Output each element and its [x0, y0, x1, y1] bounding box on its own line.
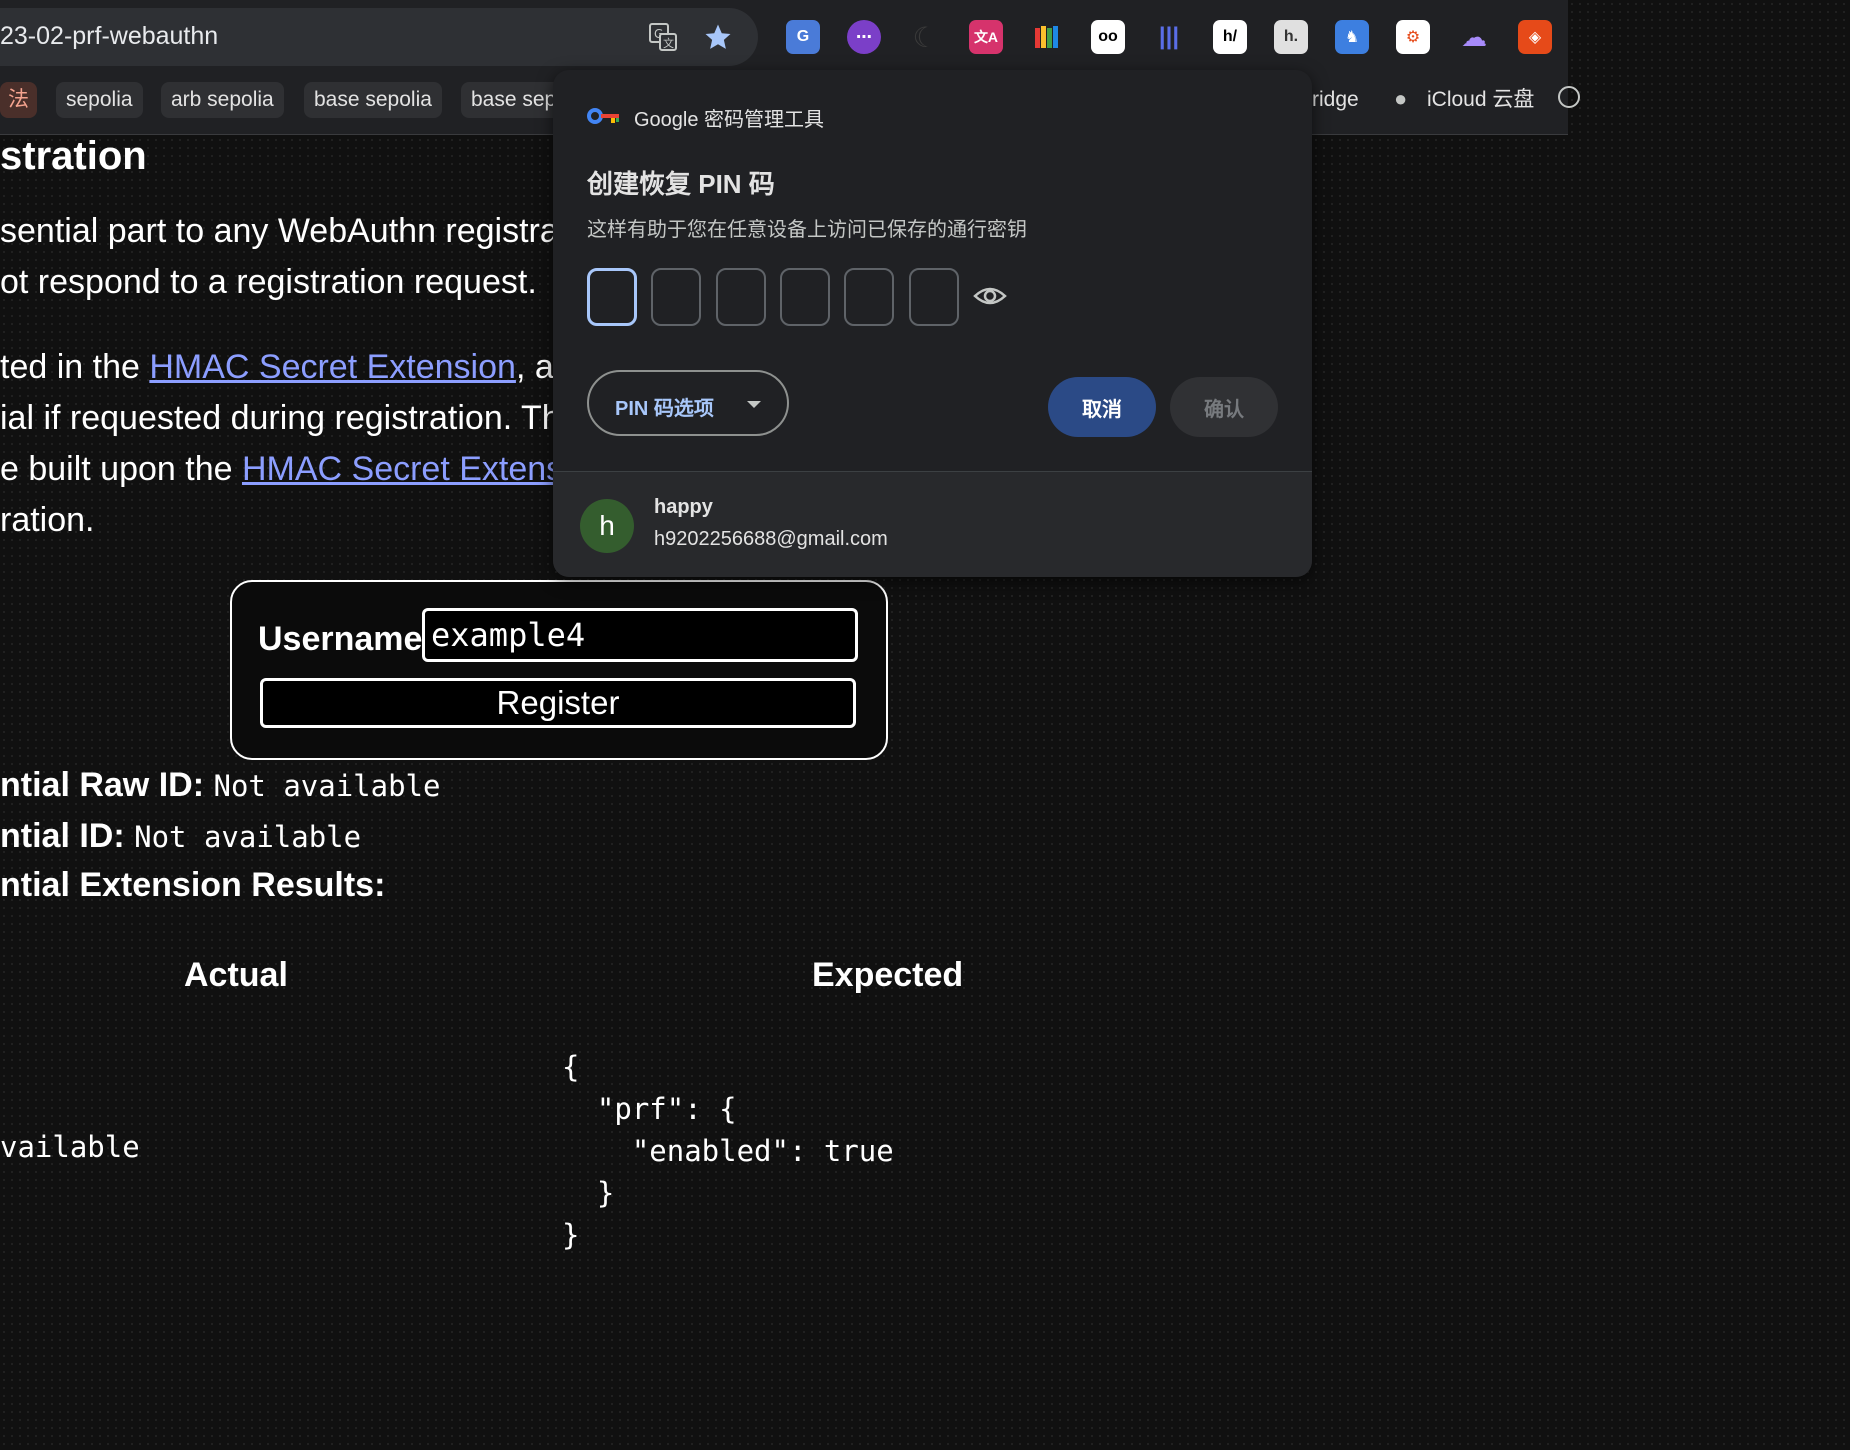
id-row: ntial ID: Not available	[0, 817, 361, 856]
translate-icon[interactable]: G文	[646, 20, 680, 54]
dialog-source-title: Google 密码管理工具	[634, 109, 825, 131]
p2-text-pre: ted in the	[0, 348, 150, 386]
google-translate-ext-icon[interactable]: G	[786, 20, 820, 54]
account-row: h happy h9202256688@gmail.com	[553, 472, 1312, 577]
cube-ext-icon[interactable]: ◈	[1518, 20, 1552, 54]
username-label: Username:	[258, 620, 434, 658]
pin-options-label: PIN 码选项	[615, 398, 714, 420]
username-value: example4	[431, 616, 586, 654]
dark-mode-moon-icon[interactable]: ☾	[908, 20, 942, 54]
hmac-secret-extension-link-2[interactable]: HMAC Secret Extens	[242, 450, 563, 488]
bookmark-star-icon[interactable]	[701, 20, 735, 54]
barcode-ext-icon[interactable]: |||	[1152, 20, 1186, 54]
paragraph-1-line-2: ot respond to a registration request.	[0, 263, 537, 301]
expected-column-header: Expected	[812, 956, 964, 994]
avatar: h	[580, 499, 634, 553]
apple-icon: ●	[1394, 86, 1408, 111]
p2-line3-pre: e built upon the	[0, 450, 242, 488]
pin-digit-4[interactable]	[780, 268, 830, 326]
hmac-secret-extension-link[interactable]: HMAC Secret Extension	[149, 348, 516, 386]
pin-digit-1[interactable]	[587, 268, 637, 326]
pencils-ext-icon[interactable]	[1030, 20, 1064, 54]
bookmark-arb-sepolia[interactable]: arb sepolia	[161, 82, 284, 118]
account-email: h9202256688@gmail.com	[654, 528, 888, 550]
bookmark-base-sep[interactable]: base sep	[461, 82, 567, 118]
id-label: ntial ID:	[0, 817, 125, 855]
raw-id-value: Not available	[213, 769, 441, 803]
dialog-heading: 创建恢复 PIN 码	[587, 169, 775, 199]
svg-text:文: 文	[663, 36, 674, 50]
address-bar[interactable]: 23-02-prf-webauthn G文	[0, 8, 758, 66]
pin-options-dropdown[interactable]: PIN 码选项	[587, 370, 789, 436]
register-button[interactable]: Register	[260, 678, 856, 728]
show-pin-eye-icon[interactable]	[973, 282, 1007, 315]
pin-digit-5[interactable]	[844, 268, 894, 326]
section-heading: stration	[0, 134, 147, 178]
paragraph-1-line-1: sential part to any WebAuthn registrat	[0, 212, 569, 250]
dropdown-caret-icon	[747, 401, 761, 408]
ghost-ext-icon[interactable]: ☁	[1457, 20, 1491, 54]
pin-digit-2[interactable]	[651, 268, 701, 326]
bookmark-icloud[interactable]: iCloud 云盘	[1427, 82, 1534, 118]
paragraph-2-line-2: ial if requested during registration. Th	[0, 399, 561, 437]
h-slash-ext-icon[interactable]: h/	[1213, 20, 1247, 54]
purple-ext-icon[interactable]: ⋯	[847, 20, 881, 54]
key-icon	[587, 106, 621, 131]
raw-id-row: ntial Raw ID: Not available	[0, 766, 440, 805]
bird-ext-icon[interactable]: ♞	[1335, 20, 1369, 54]
bookmark-sepolia[interactable]: sepolia	[56, 82, 143, 118]
url-text[interactable]: 23-02-prf-webauthn	[0, 22, 218, 51]
paragraph-2-line-1: ted in the HMAC Secret Extension, ar	[0, 348, 565, 387]
more-bookmarks-icon[interactable]	[1558, 86, 1580, 108]
browser-toolbar: 23-02-prf-webauthn G文 G ⋯ ☾ 文A oo ||| h/…	[0, 0, 1568, 72]
cancel-button[interactable]: 取消	[1048, 377, 1156, 437]
account-name: happy	[654, 496, 713, 518]
glasses-ext-icon[interactable]: oo	[1091, 20, 1125, 54]
pin-digit-3[interactable]	[716, 268, 766, 326]
paragraph-2-line-4: ration.	[0, 501, 95, 539]
translate-ca-ext-icon[interactable]: 文A	[969, 20, 1003, 54]
confirm-button[interactable]: 确认	[1170, 377, 1278, 437]
username-input[interactable]: example4	[422, 608, 858, 662]
extension-results-label: ntial Extension Results:	[0, 866, 386, 904]
expected-json: { "prf": { "enabled": true } }	[562, 1050, 894, 1252]
dialog-subtitle: 这样有助于您在任意设备上访问已保存的通行密钥	[587, 219, 1027, 241]
paragraph-2-line-3: e built upon the HMAC Secret Extens	[0, 450, 563, 489]
registration-form: Username: example4 Register	[230, 580, 888, 760]
pin-digit-6[interactable]	[909, 268, 959, 326]
actual-column-header: Actual	[184, 956, 288, 994]
bookmark-fa[interactable]: 法	[0, 82, 37, 118]
password-manager-dialog: Google 密码管理工具 创建恢复 PIN 码 这样有助于您在任意设备上访问已…	[553, 70, 1312, 577]
bookmark-base-sepolia[interactable]: base sepolia	[304, 82, 442, 118]
h-dot-ext-icon[interactable]: h.	[1274, 20, 1308, 54]
network-ext-icon[interactable]: ⚙	[1396, 20, 1430, 54]
bookmark-bridge[interactable]: ridge	[1312, 82, 1359, 118]
raw-id-label: ntial Raw ID:	[0, 766, 205, 804]
id-value: Not available	[134, 820, 362, 854]
actual-value: vailable	[0, 1130, 140, 1164]
